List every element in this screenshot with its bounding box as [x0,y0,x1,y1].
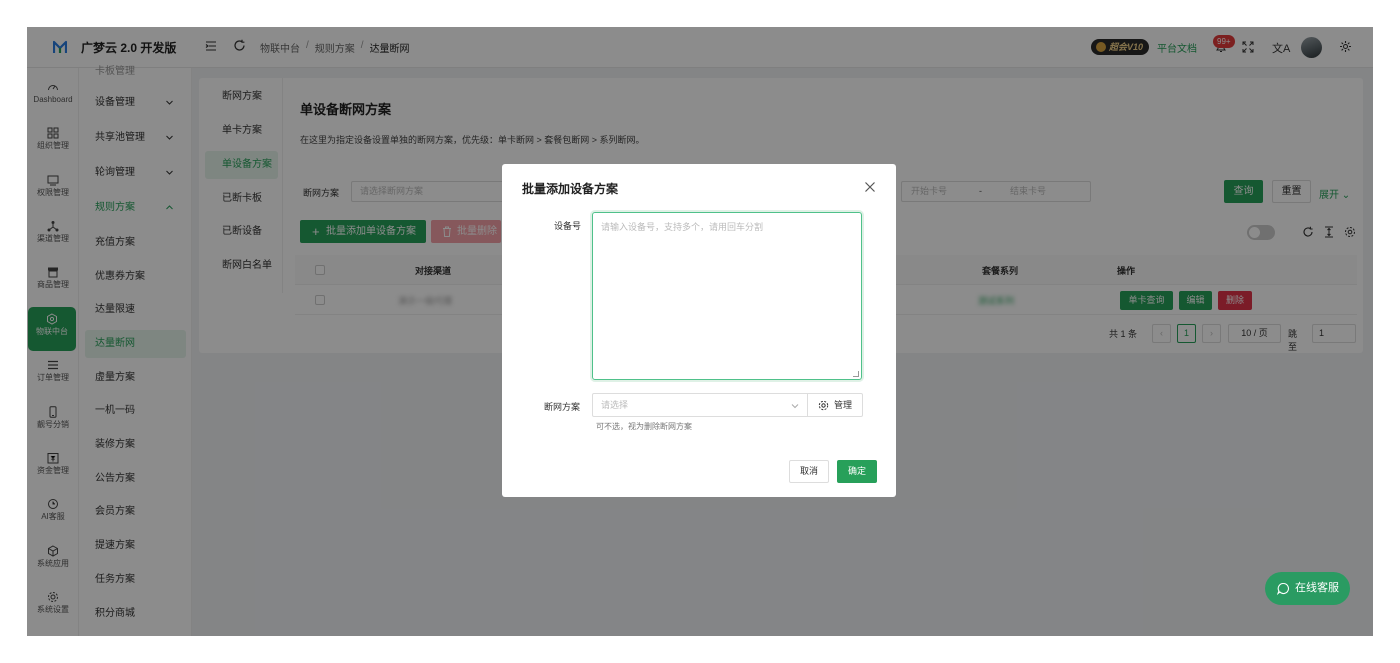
online-service-label: 在线客服 [1295,582,1339,594]
online-service-button[interactable]: 在线客服 [1265,572,1350,605]
gear-icon [818,400,829,411]
confirm-button[interactable]: 确定 [837,460,877,483]
close-icon[interactable] [864,181,876,193]
scheme-label: 断网方案 [544,402,581,412]
app-window: 广梦云 2.0 开发版 物联中台 / 规则方案 / 达量断网 超会V10 平台文… [27,27,1373,636]
manage-button[interactable]: 管理 [807,393,863,417]
scheme-select[interactable]: 请选择 [592,393,808,417]
batch-add-dialog: 批量添加设备方案 设备号 请输入设备号，支持多个，请用回车分割 断网方案 请选择… [502,164,896,497]
scheme-hint: 可不选，视为删除断网方案 [596,422,692,431]
cancel-button[interactable]: 取消 [789,460,829,483]
manage-label: 管理 [834,400,853,410]
scheme-select-placeholder: 请选择 [601,400,629,410]
device-number-textarea[interactable]: 请输入设备号，支持多个，请用回车分割 [592,212,862,380]
resize-handle[interactable] [853,371,859,377]
chevron-down-icon [791,404,799,409]
dialog-title: 批量添加设备方案 [522,182,619,196]
device-number-label: 设备号 [554,221,582,231]
chat-bubble-icon [1277,582,1289,595]
device-number-placeholder: 请输入设备号，支持多个，请用回车分割 [601,222,764,232]
